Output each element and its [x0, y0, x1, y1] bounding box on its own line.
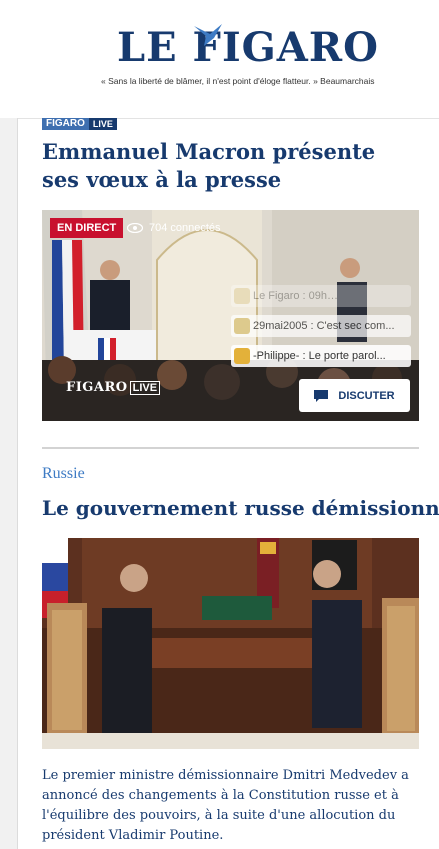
overlay-figaro-text: FIGARO — [66, 380, 128, 395]
putin-medvedev-photo[interactable] — [42, 538, 419, 749]
eye-icon — [127, 223, 143, 233]
site-tagline: « Sans la liberté de blâmer, il n'est po… — [101, 76, 375, 86]
viewer-count: 704 connectés — [127, 222, 221, 234]
left-rail — [0, 118, 18, 849]
live-feed-message: Le Figaro : 09h… — [231, 285, 411, 307]
user-avatar-icon — [234, 318, 250, 334]
live-feed-message: -Philippe- : Le porte parol... — [231, 345, 411, 367]
chat-bubble-icon — [314, 389, 329, 402]
badge-figaro: FIGARO — [42, 118, 89, 130]
user-avatar-icon — [234, 288, 250, 304]
discuss-button[interactable]: DISCUTER — [299, 379, 410, 412]
article-title-russia[interactable]: Le gouvernement russe démissionne — [42, 494, 439, 522]
viewer-count-text: 704 connectés — [149, 222, 221, 234]
live-badge: EN DIRECT — [50, 218, 124, 238]
discuss-button-label: DISCUTER — [338, 389, 395, 402]
article-summary: Le premier ministre démissionnaire Dmitr… — [42, 768, 409, 843]
overlay-live-text: LIVE — [129, 380, 161, 395]
feed-message-text: Le Figaro : 09h… — [253, 290, 338, 302]
article-kicker[interactable]: Russie — [42, 465, 85, 483]
live-video-photo[interactable]: EN DIRECT 704 connectés Le Figaro : 09h…… — [42, 210, 419, 421]
feed-message-text: -Philippe- : Le porte parol... — [253, 350, 386, 362]
figaro-live-badge: FIGARO LIVE — [42, 118, 117, 130]
article-divider — [42, 447, 419, 449]
user-avatar-icon — [234, 348, 250, 364]
feed-message-text: 29mai2005 : C'est sec com... — [253, 320, 395, 332]
figaro-live-overlay-logo: FIGARO LIVE — [66, 380, 161, 395]
site-header: LE FIGARO « Sans la liberté de blâmer, i… — [0, 0, 439, 119]
meeting-photo — [42, 538, 419, 749]
article-title-macron[interactable]: Emmanuel Macron présente ses vœux à la p… — [42, 138, 402, 194]
live-feed-message: 29mai2005 : C'est sec com... — [231, 315, 411, 337]
bird-logo-icon — [194, 24, 222, 46]
badge-live: LIVE — [88, 118, 117, 130]
site-logo[interactable]: LE FIGARO — [117, 24, 379, 72]
